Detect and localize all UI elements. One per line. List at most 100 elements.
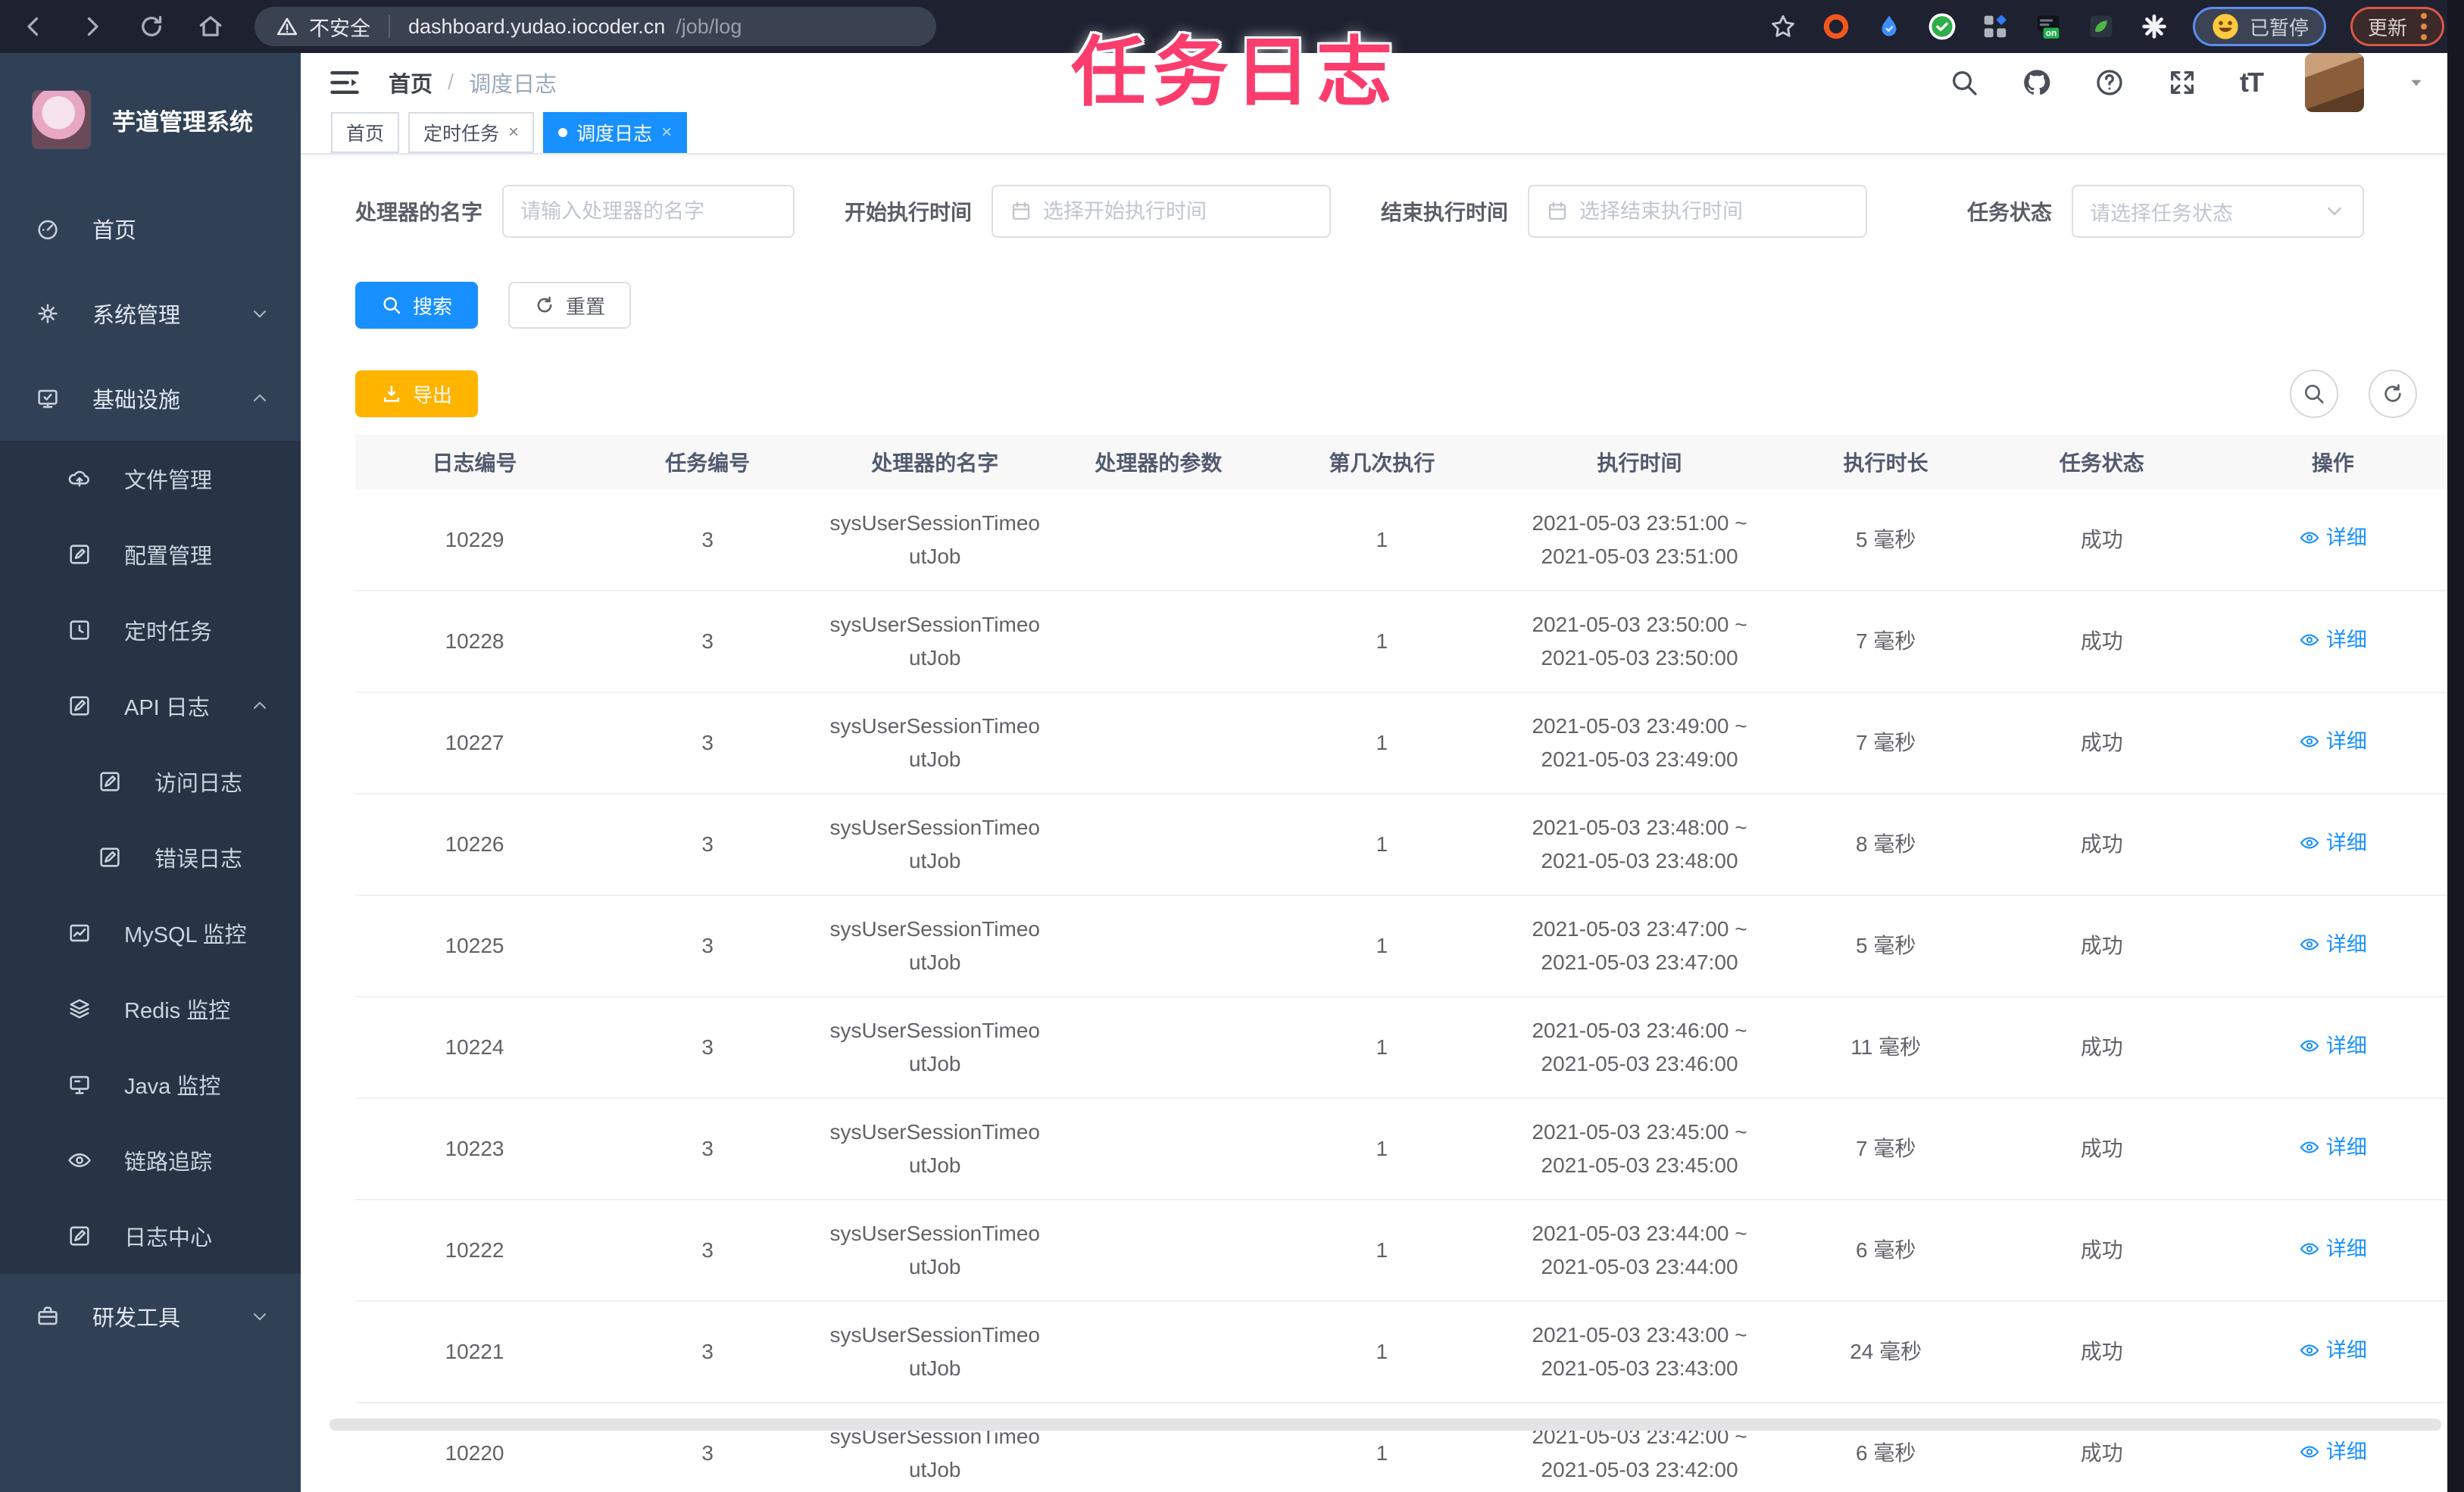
handler-name-cell: sysUserSessionTimeoutJob bbox=[821, 1200, 1049, 1302]
extension-leaf-icon[interactable] bbox=[2087, 12, 2116, 41]
paused-extension-badge[interactable]: 已暂停 bbox=[2192, 7, 2326, 46]
sidebar-item-scheduled-job[interactable]: 定时任务 bbox=[0, 592, 301, 668]
sidebar-item-mysql-monitor[interactable]: MySQL 监控 bbox=[0, 895, 301, 971]
extension-green-check-icon[interactable] bbox=[1928, 12, 1957, 41]
status-select[interactable]: 请选择任务状态 bbox=[2072, 185, 2365, 238]
export-button[interactable]: 导出 bbox=[355, 370, 479, 417]
column-header: 第几次执行 bbox=[1268, 435, 1496, 489]
sidebar-item-error-log[interactable]: 错误日志 bbox=[0, 819, 301, 895]
log-id-cell: 10225 bbox=[355, 895, 595, 997]
tab-home[interactable]: 首页 bbox=[331, 112, 400, 153]
status-cell: 成功 bbox=[1988, 794, 2216, 896]
bookmark-star-icon[interactable] bbox=[1769, 12, 1797, 41]
detail-link-label: 详细 bbox=[2325, 1237, 2367, 1260]
refresh-table-button[interactable] bbox=[2369, 370, 2417, 418]
sidebar-item-log-center[interactable]: 日志中心 bbox=[0, 1198, 301, 1274]
browser-forward-icon[interactable] bbox=[79, 13, 106, 40]
log-icon bbox=[97, 844, 123, 870]
dashboard-icon bbox=[35, 216, 61, 242]
table-row: 10229 3 sysUserSessionTimeoutJob 1 2021-05-0… bbox=[355, 489, 2450, 591]
log-id-cell: 10223 bbox=[355, 1098, 595, 1200]
filter-begin-time: 开始执行时间 bbox=[845, 185, 1332, 238]
extension-blue-drop-icon[interactable] bbox=[1875, 12, 1903, 41]
execute-time-cell: 2021-05-03 23:50:00 ~2021-05-03 23:50:00 bbox=[1495, 591, 1784, 693]
operation-cell: 详细 bbox=[2215, 489, 2450, 591]
extension-grid-icon[interactable] bbox=[1981, 12, 2010, 41]
chevron-down-icon bbox=[249, 303, 270, 324]
browser-menu-icon[interactable] bbox=[2421, 13, 2427, 40]
end-time-input[interactable] bbox=[1579, 199, 1850, 223]
collapse-sidebar-icon[interactable] bbox=[328, 66, 361, 99]
handler-name-label: 处理器的名字 bbox=[355, 201, 483, 224]
sidebar-item-access-log[interactable]: 访问日志 bbox=[0, 744, 301, 819]
close-tab-icon[interactable]: × bbox=[508, 123, 519, 142]
tab-label: 定时任务 bbox=[423, 123, 500, 145]
app-logo-row[interactable]: 芋道管理系统 bbox=[0, 53, 301, 186]
detail-link[interactable]: 详细 bbox=[2299, 521, 2367, 554]
detail-link[interactable]: 详细 bbox=[2299, 623, 2367, 657]
search-icon bbox=[381, 295, 402, 316]
detail-link[interactable]: 详细 bbox=[2299, 928, 2367, 961]
detail-link[interactable]: 详细 bbox=[2299, 725, 2367, 758]
table-row: 10228 3 sysUserSessionTimeoutJob 1 2021-05-0… bbox=[355, 591, 2450, 693]
breadcrumb-home[interactable]: 首页 bbox=[389, 67, 433, 98]
browser-back-icon[interactable] bbox=[20, 13, 47, 40]
status-cell: 成功 bbox=[1988, 1200, 2216, 1302]
detail-link[interactable]: 详细 bbox=[2299, 1435, 2367, 1469]
job-id-cell: 3 bbox=[594, 1098, 822, 1200]
log-id-cell: 10227 bbox=[355, 692, 595, 794]
close-tab-icon[interactable]: × bbox=[661, 123, 672, 142]
help-icon[interactable] bbox=[2094, 67, 2125, 98]
table-row: 10227 3 sysUserSessionTimeoutJob 1 2021-05-0… bbox=[355, 692, 2450, 794]
toggle-search-button[interactable] bbox=[2290, 370, 2338, 418]
extension-orange-ring-icon[interactable] bbox=[1822, 12, 1850, 41]
detail-link[interactable]: 详细 bbox=[2299, 826, 2367, 860]
sidebar-item-label: MySQL 监控 bbox=[124, 923, 247, 947]
detail-link[interactable]: 详细 bbox=[2299, 1232, 2367, 1266]
tab-job-log[interactable]: 调度日志 × bbox=[543, 112, 688, 153]
sidebar-item-infrastructure[interactable]: 基础设施 bbox=[0, 356, 301, 441]
user-menu-caret-icon[interactable] bbox=[2406, 73, 2426, 92]
horizontal-scrollbar[interactable] bbox=[329, 1419, 2441, 1431]
github-icon[interactable] bbox=[2022, 67, 2052, 98]
begin-time-input[interactable] bbox=[1043, 199, 1313, 223]
sidebar-item-api-log[interactable]: API 日志 bbox=[0, 668, 301, 744]
sidebar-item-home[interactable]: 首页 bbox=[0, 186, 301, 271]
browser-home-icon[interactable] bbox=[197, 13, 224, 40]
detail-link[interactable]: 详细 bbox=[2299, 1029, 2367, 1063]
handler-name-input[interactable] bbox=[520, 199, 777, 223]
address-divider bbox=[389, 15, 390, 38]
sidebar-item-tracing[interactable]: 链路追踪 bbox=[0, 1122, 301, 1198]
fullscreen-icon[interactable] bbox=[2167, 67, 2197, 98]
detail-link[interactable]: 详细 bbox=[2299, 1334, 2367, 1367]
sidebar-item-java-monitor[interactable]: Java 监控 bbox=[0, 1047, 301, 1122]
sidebar-menu: 首页 系统管理 基础设施 文件管理 配置管理 定时任务 API 日志 访问日志 错误日志 MySQ… bbox=[0, 186, 301, 1359]
sidebar-item-config-manage[interactable]: 配置管理 bbox=[0, 517, 301, 592]
tab-scheduled-job[interactable]: 定时任务 × bbox=[408, 112, 535, 153]
browser-reload-icon[interactable] bbox=[138, 13, 165, 40]
reset-button-label: 重置 bbox=[566, 295, 606, 318]
extension-pinwheel-icon[interactable] bbox=[2140, 12, 2169, 41]
font-size-icon[interactable]: tT bbox=[2240, 67, 2264, 98]
edit-icon bbox=[67, 542, 92, 567]
job-id-cell: 3 bbox=[594, 895, 822, 997]
eye-icon bbox=[2299, 1238, 2320, 1259]
search-button[interactable]: 搜索 bbox=[355, 282, 479, 329]
reset-button[interactable]: 重置 bbox=[508, 282, 632, 329]
handler-param-cell bbox=[1048, 591, 1269, 693]
sidebar-item-redis-monitor[interactable]: Redis 监控 bbox=[0, 971, 301, 1047]
sidebar-item-dev-tools[interactable]: 研发工具 bbox=[0, 1274, 301, 1359]
extension-proxy-on-icon[interactable]: on bbox=[2034, 12, 2063, 41]
sidebar-item-system[interactable]: 系统管理 bbox=[0, 271, 301, 356]
search-icon[interactable] bbox=[1949, 67, 1979, 98]
duration-cell: 7 毫秒 bbox=[1783, 1098, 1988, 1200]
user-avatar[interactable] bbox=[2305, 53, 2364, 112]
chrome-update-button[interactable]: 更新 bbox=[2350, 7, 2444, 46]
handler-name-cell: sysUserSessionTimeoutJob bbox=[821, 1403, 1049, 1492]
address-bar[interactable]: 不安全 dashboard.yudao.iocoder.cn/job/log bbox=[255, 7, 936, 46]
job-id-cell: 3 bbox=[594, 794, 822, 896]
paused-badge-label: 已暂停 bbox=[2249, 16, 2309, 39]
sidebar-item-file-manage[interactable]: 文件管理 bbox=[0, 441, 301, 517]
detail-link[interactable]: 详细 bbox=[2299, 1131, 2367, 1164]
chevron-up-icon bbox=[249, 388, 270, 409]
